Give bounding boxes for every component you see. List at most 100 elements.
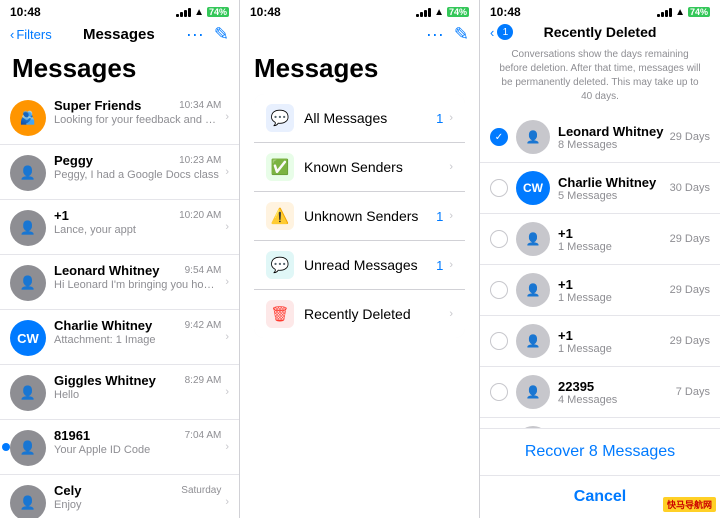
- recover-messages-button[interactable]: Recover 8 Messages: [480, 429, 720, 476]
- message-list[interactable]: 🫂 Super Friends 10:34 AM Looking for you…: [0, 90, 239, 518]
- msg-name: Giggles Whitney: [54, 373, 156, 388]
- chevron-right-icon: ›: [225, 496, 229, 508]
- nav-p3: ‹ 1 Recently Deleted: [480, 22, 720, 44]
- list-item[interactable]: 👤 +1 10:20 AM Lance, your appt ›: [0, 200, 239, 255]
- more-icon[interactable]: ···: [186, 24, 204, 45]
- msg-time: 10:20 AM: [179, 210, 221, 221]
- days-remaining: 7 Days: [676, 386, 710, 398]
- list-item[interactable]: 👤 Leonard Whitney 8 Messages 29 Days: [480, 112, 720, 163]
- compose-icon[interactable]: ✎: [214, 24, 229, 45]
- avatar: 👤: [10, 375, 46, 411]
- signal-icon: [176, 8, 191, 17]
- filter-count: 1: [436, 111, 443, 126]
- wifi-icon: ▲: [434, 7, 444, 18]
- avatar: 🫂: [10, 100, 46, 136]
- msg-time: 9:42 AM: [185, 320, 222, 331]
- radio-button[interactable]: [490, 128, 508, 146]
- radio-button[interactable]: [490, 383, 508, 401]
- chevron-right-icon: ›: [225, 221, 229, 233]
- filter-known-senders[interactable]: ✅ Known Senders ›: [254, 143, 465, 192]
- avatar: 👤: [516, 324, 550, 358]
- compose-icon-p2[interactable]: ✎: [454, 24, 469, 45]
- msg-preview: Peggy, I had a Google Docs class: [54, 169, 221, 181]
- message-count: 1 Message: [558, 241, 666, 253]
- contact-name: 22395: [558, 379, 672, 394]
- filter-recently-deleted[interactable]: 🗑 Recently Deleted ›: [254, 290, 465, 338]
- filter-label: Unknown Senders: [304, 208, 436, 224]
- watermark: 快马导航网: [663, 497, 716, 512]
- filter-unknown-senders[interactable]: ⚠️ Unknown Senders 1 ›: [254, 192, 465, 241]
- contact-name: +1: [558, 226, 666, 241]
- message-count: 5 Messages: [558, 190, 666, 202]
- msg-time: 10:34 AM: [179, 100, 221, 111]
- radio-button[interactable]: [490, 281, 508, 299]
- avatar: 👤: [10, 210, 46, 246]
- msg-preview: Hi Leonard I'm bringing you home some gr…: [54, 279, 221, 291]
- radio-button[interactable]: [490, 179, 508, 197]
- chevron-left-icon: ‹: [10, 27, 14, 42]
- msg-name: Charlie Whitney: [54, 318, 152, 333]
- msg-time: 8:29 AM: [185, 375, 222, 386]
- back-filters-button[interactable]: ‹ Filters: [10, 27, 52, 42]
- signal-icon: [657, 8, 672, 17]
- unknown-senders-icon: ⚠️: [266, 202, 294, 230]
- message-count: 1 Message: [558, 343, 666, 355]
- avatar: 👤: [10, 485, 46, 518]
- all-messages-icon: 💬: [266, 104, 294, 132]
- msg-preview: Attachment: 1 Image: [54, 334, 221, 346]
- avatar: 👤: [516, 273, 550, 307]
- wifi-icon: ▲: [194, 7, 204, 18]
- messages-title: Messages: [12, 53, 227, 84]
- msg-time: 10:23 AM: [179, 155, 221, 166]
- chevron-right-icon: ›: [225, 276, 229, 288]
- days-remaining: 29 Days: [670, 335, 710, 347]
- contact-name: Charlie Whitney: [558, 175, 666, 190]
- list-item[interactable]: 👤 +1 1 Message 29 Days: [480, 316, 720, 367]
- msg-preview: Enjoy: [54, 499, 221, 511]
- chevron-right-icon: ›: [449, 210, 453, 222]
- chevron-right-icon: ›: [225, 111, 229, 123]
- filter-unread-messages[interactable]: 💬 Unread Messages 1 ›: [254, 241, 465, 290]
- list-item[interactable]: 👤 +1 1 Message 29 Days: [480, 214, 720, 265]
- list-item[interactable]: 👤 +1 1 Message 29 Days: [480, 265, 720, 316]
- list-item[interactable]: 👤 +1 2 Messages 29 Days: [480, 418, 720, 428]
- filter-all-messages[interactable]: 💬 All Messages 1 ›: [254, 94, 465, 143]
- list-item[interactable]: 👤 Leonard Whitney 9:54 AM Hi Leonard I'm…: [0, 255, 239, 310]
- recently-deleted-icon: 🗑: [266, 300, 294, 328]
- msg-name: 81961: [54, 428, 90, 443]
- avatar: 👤: [10, 155, 46, 191]
- list-item[interactable]: CW Charlie Whitney 9:42 AM Attachment: 1…: [0, 310, 239, 365]
- radio-button[interactable]: [490, 332, 508, 350]
- filter-count: 1: [436, 258, 443, 273]
- message-count: 4 Messages: [558, 394, 672, 406]
- days-remaining: 30 Days: [670, 182, 710, 194]
- filter-label: Unread Messages: [304, 257, 436, 273]
- list-item[interactable]: 👤 Peggy 10:23 AM Peggy, I had a Google D…: [0, 145, 239, 200]
- status-icons-p2: ▲ 74%: [416, 7, 469, 18]
- msg-time: 9:54 AM: [185, 265, 222, 276]
- filters-label: Filters: [16, 27, 51, 42]
- list-item[interactable]: CW Charlie Whitney 5 Messages 30 Days: [480, 163, 720, 214]
- msg-preview: Hello: [54, 389, 221, 401]
- radio-button[interactable]: [490, 230, 508, 248]
- list-item[interactable]: 🫂 Super Friends 10:34 AM Looking for you…: [0, 90, 239, 145]
- msg-preview: Your Apple ID Code: [54, 444, 221, 456]
- avatar: CW: [10, 320, 46, 356]
- unread-messages-icon: 💬: [266, 251, 294, 279]
- filter-count: 1: [436, 209, 443, 224]
- list-item[interactable]: 👤 81961 7:04 AM Your Apple ID Code ›: [0, 420, 239, 475]
- list-item[interactable]: 👤 Cely Saturday Enjoy ›: [0, 475, 239, 518]
- days-remaining: 29 Days: [670, 284, 710, 296]
- chevron-right-icon: ›: [449, 308, 453, 320]
- deleted-message-list[interactable]: 👤 Leonard Whitney 8 Messages 29 Days CW …: [480, 112, 720, 428]
- list-item[interactable]: 👤 Giggles Whitney 8:29 AM Hello ›: [0, 365, 239, 420]
- message-count: 8 Messages: [558, 139, 666, 151]
- time-p1: 10:48: [10, 5, 41, 19]
- list-item[interactable]: 👤 22395 4 Messages 7 Days: [480, 367, 720, 418]
- chevron-right-icon: ›: [225, 386, 229, 398]
- filter-label: All Messages: [304, 110, 436, 126]
- back-button-p3[interactable]: ‹ 1: [490, 24, 513, 40]
- chevron-right-icon: ›: [449, 161, 453, 173]
- more-icon-p2[interactable]: ···: [426, 24, 444, 45]
- nav-title-p1: Messages: [83, 26, 155, 43]
